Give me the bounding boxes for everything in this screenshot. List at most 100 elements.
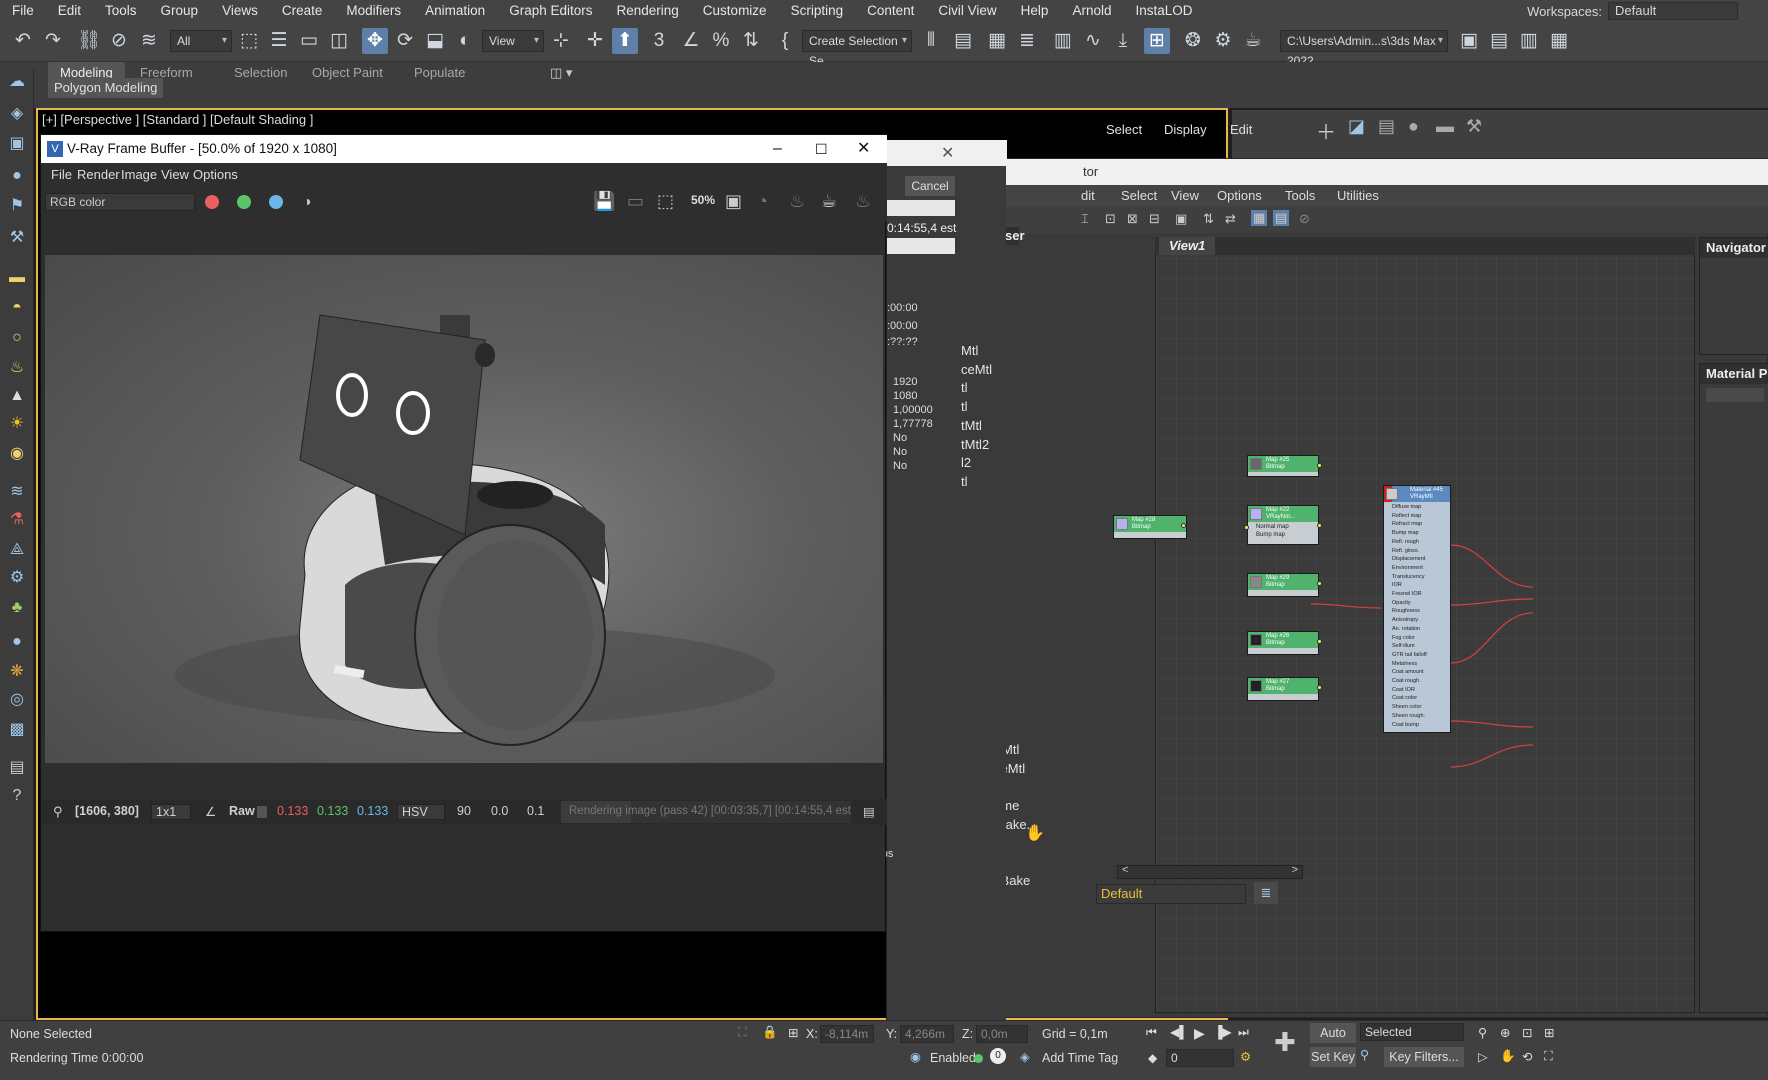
region-render-icon[interactable]: ⬚ <box>657 191 674 212</box>
history-icon[interactable]: ▤ <box>863 804 875 819</box>
close-icon[interactable]: ✕ <box>941 143 954 163</box>
physics-icon[interactable]: ⚗ <box>5 508 29 532</box>
cmd-display[interactable]: Display <box>1164 122 1207 137</box>
key-filters-button[interactable]: Key Filters... <box>1384 1047 1464 1067</box>
material-slot[interactable]: Roughness <box>1392 608 1420 614</box>
motion-panel-icon[interactable]: ● <box>1408 116 1419 137</box>
maximize-viewport-icon[interactable]: ⛶ <box>1544 1049 1553 1064</box>
slate-menu-edit[interactable]: dit <box>1081 188 1095 203</box>
tab-selection[interactable]: Selection <box>222 62 299 84</box>
load-image-icon[interactable]: ▭ <box>627 191 644 212</box>
material-slot[interactable]: Refract map <box>1392 521 1422 527</box>
adaptive-degradation-icon[interactable]: ◉ <box>910 1049 921 1064</box>
key-mode-dropdown[interactable]: Selected <box>1360 1023 1464 1041</box>
ribbon-options-icon[interactable]: ◫ ▾ <box>538 62 584 84</box>
menu-create[interactable]: Create <box>270 0 335 22</box>
create-panel-icon[interactable]: ＋ <box>1316 116 1336 145</box>
prev-frame-icon[interactable]: ◀▌ <box>1170 1025 1188 1039</box>
redo-icon[interactable]: ↷ <box>40 28 66 54</box>
material-slot[interactable]: Translucency <box>1392 574 1425 580</box>
menu-file[interactable]: File <box>0 0 46 22</box>
scene-explorer-icon[interactable]: ▦ <box>984 28 1010 54</box>
select-manipulate-icon[interactable]: ✛ <box>582 28 608 54</box>
curve-editor-icon[interactable]: ∿ <box>1080 28 1106 54</box>
go-to-start-icon[interactable]: ⏮ <box>1146 1025 1157 1040</box>
track-mouse-icon[interactable]: ◔ <box>757 191 768 212</box>
interactive-render-icon[interactable]: ♨ <box>789 191 805 212</box>
percent-snap-icon[interactable]: % <box>708 28 734 54</box>
material-editor-icon[interactable]: ❂ <box>1180 28 1206 54</box>
node-map-28[interactable]: Map #28 Bitmap <box>1113 515 1187 539</box>
material-slot[interactable]: Coat rough. <box>1392 678 1421 684</box>
put-to-scene-icon[interactable]: ⊡ <box>1105 211 1116 227</box>
material-slot[interactable]: Displacement <box>1392 556 1425 562</box>
material-slot[interactable]: Sheen rough. <box>1392 713 1425 719</box>
partial-list-item[interactable]: tl <box>961 473 968 491</box>
set-key-icon[interactable]: ✚ <box>1274 1027 1296 1058</box>
material-slot[interactable]: Reflect map <box>1392 513 1421 519</box>
snaps-toggle-icon[interactable]: 3 <box>646 28 672 54</box>
fur-icon[interactable]: ≋ <box>5 480 29 504</box>
red-channel-toggle[interactable] <box>205 195 219 209</box>
key-mode-icon[interactable]: ◆ <box>1148 1051 1157 1065</box>
unlink-icon[interactable]: ⊘ <box>106 28 132 54</box>
slate-menu-tools[interactable]: Tools <box>1285 188 1315 203</box>
vray-icon[interactable]: ◎ <box>5 688 29 712</box>
ref-coord-dropdown[interactable]: View <box>482 30 544 52</box>
time-config-icon[interactable]: ⚙ <box>1240 1049 1251 1064</box>
utilities-icon[interactable]: ⚒ <box>5 226 29 250</box>
frame-buffer-icon[interactable]: ▩ <box>5 718 29 742</box>
spinner-snap-icon[interactable]: ⇅ <box>738 28 764 54</box>
material-slot[interactable]: Metalness <box>1392 661 1417 667</box>
settings-icon[interactable]: ⚙ <box>5 566 29 590</box>
pivot-center-icon[interactable]: ⊹ <box>548 28 574 54</box>
align-icon[interactable]: ▤ <box>950 28 976 54</box>
pan-icon[interactable]: ✋ <box>1500 1049 1516 1064</box>
material-slot[interactable]: Coat color <box>1392 695 1417 701</box>
help-icon[interactable]: ? <box>5 784 29 808</box>
node-map-25[interactable]: Map #25 Bitmap <box>1247 455 1319 477</box>
move-icon[interactable]: ✥ <box>362 28 388 54</box>
menu-scripting[interactable]: Scripting <box>779 0 856 22</box>
create-icon[interactable]: ☁ <box>5 70 29 94</box>
vfb-menu-view[interactable]: View <box>161 167 189 182</box>
pan-hand-icon[interactable]: ✋ <box>1025 823 1045 843</box>
menu-tools[interactable]: Tools <box>93 0 149 22</box>
lock-icon[interactable]: 🔒 <box>762 1025 778 1040</box>
slate-menu-select[interactable]: Select <box>1121 188 1157 203</box>
material-slot[interactable]: Bump map <box>1392 530 1419 536</box>
undo-icon[interactable]: ↶ <box>10 28 36 54</box>
edit-named-selection-icon[interactable]: { <box>772 28 798 54</box>
render-frame-icon[interactable]: ☕ <box>1240 28 1266 54</box>
tab-populate[interactable]: Populate <box>402 62 477 84</box>
color-corrections-icon[interactable]: ∠ <box>205 804 216 819</box>
time-tag-icon[interactable]: ◈ <box>1020 1049 1030 1064</box>
material-ball-icon[interactable]: ● <box>5 630 29 654</box>
angle-snap-icon[interactable]: ∠ <box>678 28 704 54</box>
horizontal-scrollbar[interactable]: < > <box>1117 864 1303 879</box>
partial-list-item[interactable]: tMtl2 <box>961 436 989 454</box>
material-slot[interactable]: GTR tail falloff <box>1392 652 1427 658</box>
motion-icon[interactable]: ● <box>5 164 29 188</box>
link-icon[interactable]: ⛓ <box>76 28 102 54</box>
fit-view-icon[interactable]: ▣ <box>725 191 742 212</box>
dope-sheet-icon[interactable]: ⤓ <box>1110 28 1136 54</box>
material-slot[interactable]: Self-illum <box>1392 643 1415 649</box>
material-slot[interactable]: IOR <box>1392 582 1402 588</box>
partial-list-item[interactable]: l2 <box>961 454 971 472</box>
sample-size-dropdown[interactable]: 1x1 <box>151 804 192 820</box>
parameter-editor-icon[interactable]: ▤ <box>1273 210 1290 226</box>
green-channel-toggle[interactable] <box>237 195 251 209</box>
add-time-tag[interactable]: Add Time Tag <box>1042 1051 1118 1065</box>
menu-modifiers[interactable]: Modifiers <box>334 0 413 22</box>
node-map-22[interactable]: Map #22 VRayNor... Normal map Bump map <box>1247 505 1319 545</box>
render-icon[interactable]: ♨ <box>855 191 871 212</box>
bind-space-warp-icon[interactable]: ≋ <box>136 28 162 54</box>
material-slot[interactable]: Diffuse map <box>1392 504 1421 510</box>
utilities-panel-icon[interactable]: ⚒ <box>1466 116 1482 137</box>
zoom-all-icon[interactable]: ⊕ <box>1500 1025 1510 1040</box>
node-map-26[interactable]: Map #26 Bitmap <box>1247 631 1319 655</box>
frame-field[interactable]: 0 <box>1166 1049 1234 1067</box>
material-slot[interactable]: Environment <box>1392 565 1423 571</box>
scale-icon[interactable]: ⬓ <box>422 28 448 54</box>
